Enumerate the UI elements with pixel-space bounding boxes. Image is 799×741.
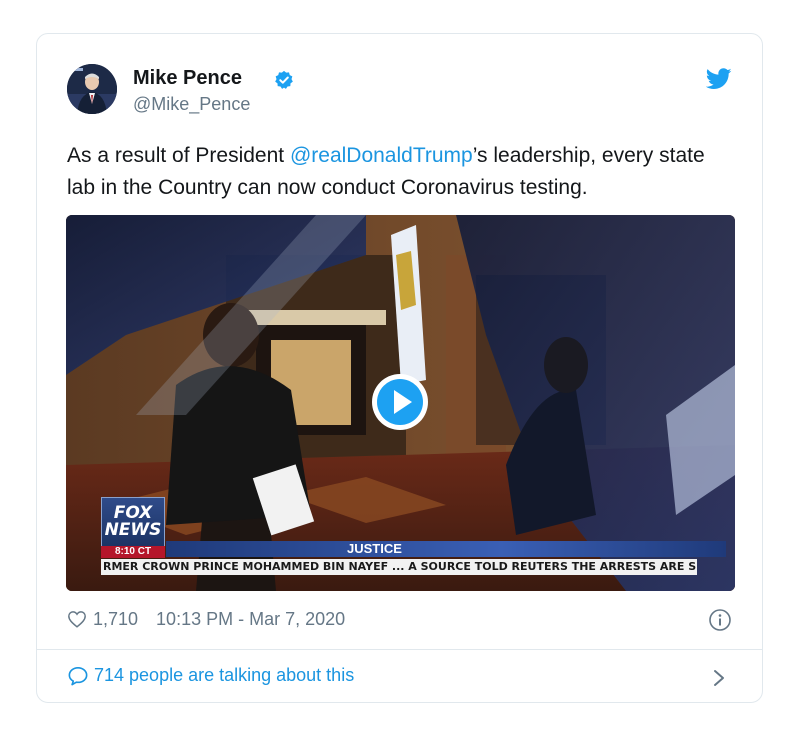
speech-bubble-icon <box>68 666 88 685</box>
mention-link[interactable]: @realDonaldTrump <box>290 144 473 167</box>
info-icon[interactable] <box>708 608 732 632</box>
author-avatar[interactable] <box>67 64 117 114</box>
author-name[interactable]: Mike Pence <box>133 67 242 90</box>
heart-icon[interactable] <box>67 610 87 628</box>
news-banner-bar <box>166 541 726 557</box>
play-icon[interactable] <box>370 372 430 432</box>
like-count[interactable]: 1,710 <box>93 609 138 630</box>
verified-badge-icon <box>275 70 293 89</box>
network-logo-line2: NEWS <box>104 520 162 540</box>
tweet-text-before: As a result of President <box>67 144 290 167</box>
network-time: 8:10 CT <box>101 546 165 558</box>
tweet-meta: 1,710 10:13 PM - Mar 7, 2020 <box>67 607 345 631</box>
conversation-link[interactable]: 714 people are talking about this <box>67 665 354 686</box>
news-ticker: RMER CROWN PRINCE MOHAMMED BIN NAYEF ...… <box>101 559 697 575</box>
divider <box>37 649 762 650</box>
video-player[interactable]: JUSTICE FOX NEWS 8:10 CT RMER CROWN PRIN… <box>66 215 735 591</box>
tweet-card: Mike Pence @Mike_Pence As a result of Pr… <box>36 33 763 703</box>
twitter-bird-icon[interactable] <box>706 68 732 90</box>
news-banner-text: JUSTICE <box>347 541 402 556</box>
chevron-right-icon[interactable] <box>712 668 726 688</box>
tweet-timestamp[interactable]: 10:13 PM - Mar 7, 2020 <box>156 609 345 630</box>
conversation-text[interactable]: 714 people are talking about this <box>94 665 354 686</box>
tweet-text: As a result of President @realDonaldTrum… <box>67 140 737 204</box>
author-handle[interactable]: @Mike_Pence <box>133 94 250 115</box>
